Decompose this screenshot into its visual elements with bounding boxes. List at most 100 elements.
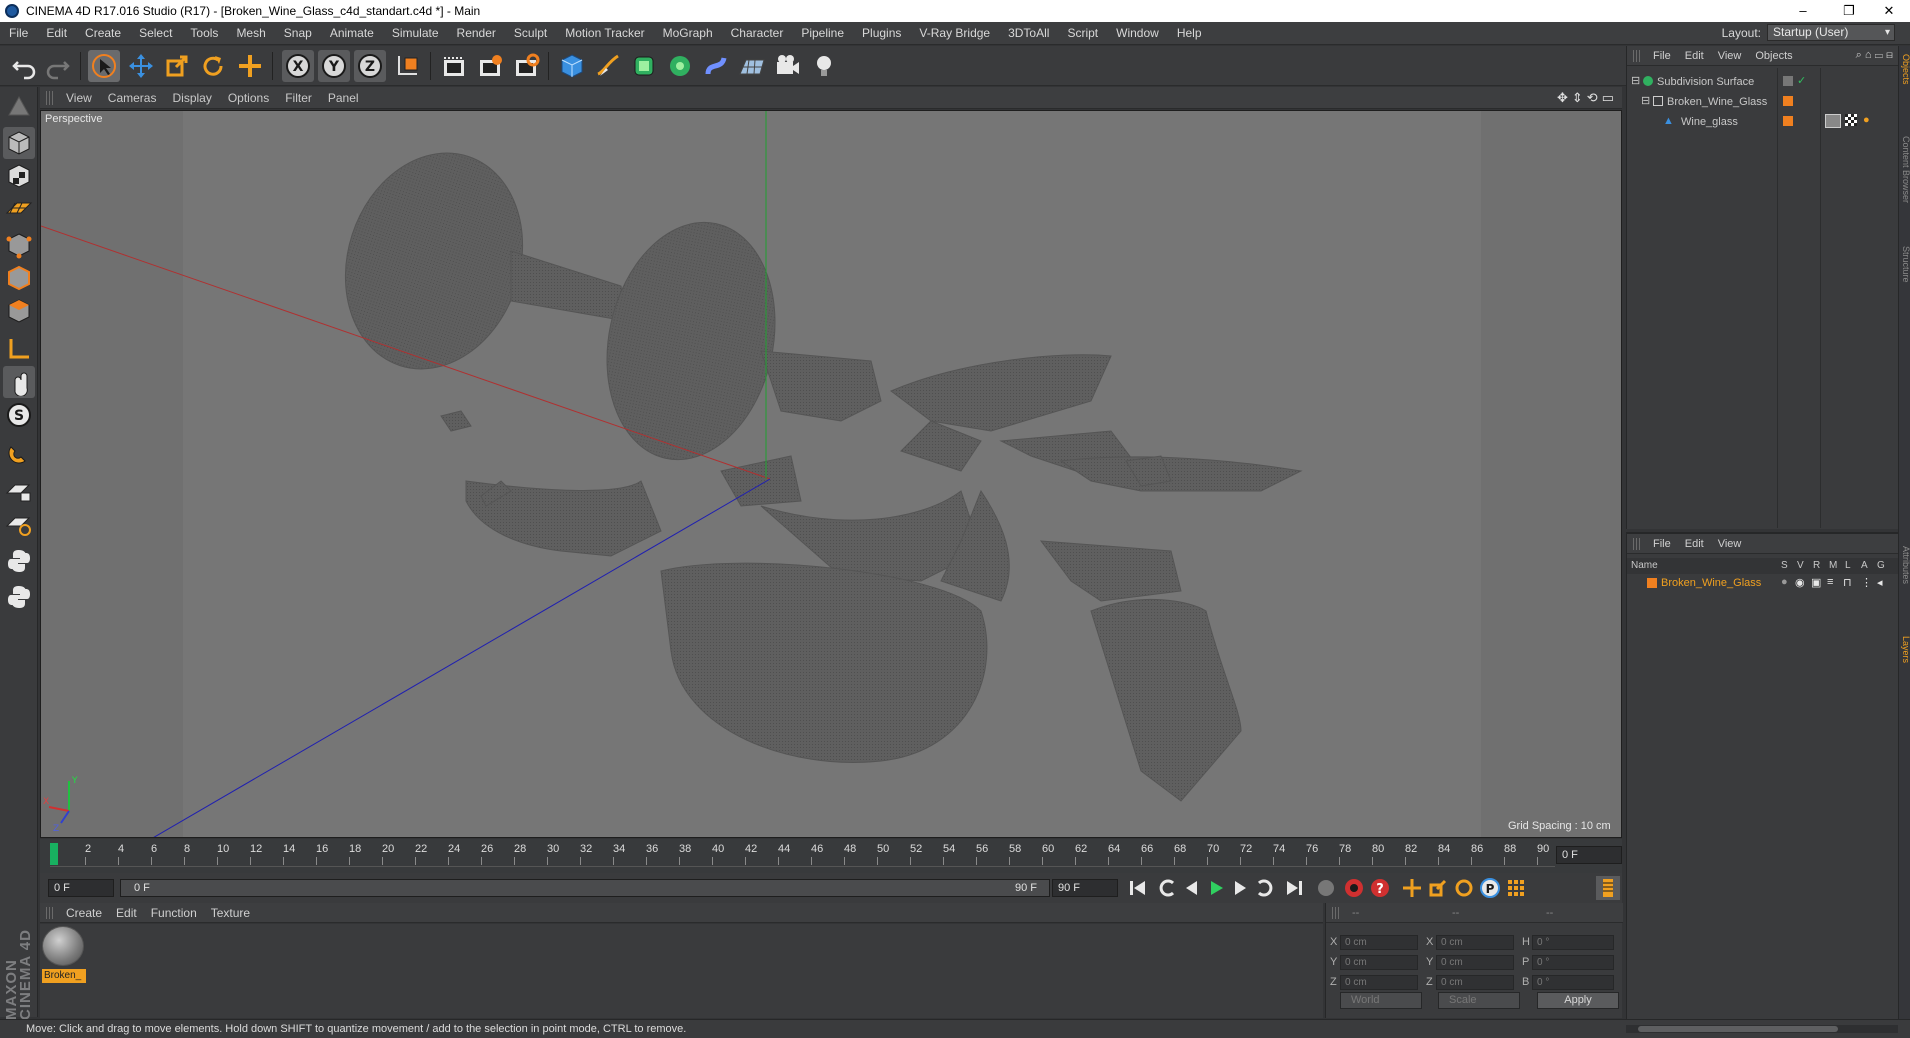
size-x-field[interactable]: 0 cm [1436,935,1514,950]
timeline-window-icon[interactable] [1596,876,1620,900]
scale-icon[interactable] [161,50,193,82]
menu-tools[interactable]: Tools [181,26,227,40]
pos-y-field[interactable]: 0 cm [1340,955,1418,970]
key-scale-icon[interactable] [1426,876,1450,900]
snap-icon[interactable] [3,437,35,469]
next-key-icon[interactable] [1252,876,1276,900]
layer-name[interactable]: Broken_Wine_Glass [1661,577,1761,589]
goto-end-icon[interactable] [1282,876,1306,900]
material-menu-texture[interactable]: Texture [205,906,258,920]
menu-render[interactable]: Render [448,26,505,40]
solo-icon[interactable]: S [3,399,35,431]
panel-grip[interactable] [46,90,54,105]
object-name[interactable]: Subdivision Surface [1657,76,1754,88]
side-tab-attributes[interactable]: Attributes [1899,546,1910,584]
play-icon[interactable] [1204,876,1228,900]
tree-row-wine-glass[interactable]: ▲ Wine_glass ● [1627,114,1899,132]
light-icon[interactable] [808,50,840,82]
menu-snap[interactable]: Snap [275,26,321,40]
material-menu-edit[interactable]: Edit [110,906,145,920]
layer-swatch[interactable] [1783,116,1793,126]
menu-select[interactable]: Select [130,26,181,40]
menu-animate[interactable]: Animate [321,26,383,40]
python-script-icon[interactable] [3,581,35,613]
polygons-mode-icon[interactable] [3,295,35,327]
undo-icon[interactable] [8,50,40,82]
move-plus-icon[interactable] [234,50,266,82]
x-axis-icon[interactable]: X [282,50,314,82]
menu-window[interactable]: Window [1107,26,1168,40]
key-pla-icon[interactable] [1504,876,1528,900]
tweak-mode-icon[interactable] [3,366,35,398]
texture-tag-icon[interactable] [1825,114,1841,128]
redo-icon[interactable] [42,50,74,82]
menu-pipeline[interactable]: Pipeline [792,26,853,40]
enabled-check-icon[interactable]: ✓ [1797,74,1806,87]
minimize-button[interactable]: ‒ [1780,0,1826,22]
y-axis-icon[interactable]: Y [318,50,350,82]
pan-view-icon[interactable]: ✥ [1557,90,1568,106]
dolly-view-icon[interactable]: ⇕ [1572,90,1583,106]
start-frame-field[interactable]: 0 F [48,879,114,897]
layer-swatch[interactable] [1783,96,1793,106]
material-menu-create[interactable]: Create [60,906,110,920]
prev-key-icon[interactable] [1156,876,1180,900]
rot-p-field[interactable]: 0 ° [1532,955,1614,970]
menu-simulate[interactable]: Simulate [383,26,448,40]
side-tab-structure[interactable]: Structure [1899,246,1910,283]
floor-icon[interactable] [736,50,768,82]
apply-button[interactable]: Apply [1537,992,1619,1009]
move-icon[interactable] [125,50,157,82]
menu-create[interactable]: Create [76,26,130,40]
close-button[interactable]: ✕ [1866,0,1910,22]
edges-mode-icon[interactable] [3,262,35,294]
size-z-field[interactable]: 0 cm [1436,975,1514,990]
layer-menu-file[interactable]: File [1647,538,1679,550]
frame-range-slider[interactable]: 0 F 90 F [120,879,1050,897]
object-name[interactable]: Broken_Wine_Glass [1667,96,1767,108]
material-name[interactable]: Broken_ [42,969,86,983]
pos-z-field[interactable]: 0 cm [1340,975,1418,990]
collapse-icon[interactable]: ⊟ [1641,94,1650,107]
next-frame-icon[interactable] [1228,876,1252,900]
menu-3dtoall[interactable]: 3DToAll [999,26,1058,40]
manager-toggle-icon[interactable]: ≡ [1827,576,1833,588]
python-icon[interactable] [3,545,35,577]
horizontal-scrollbar[interactable] [1626,1025,1898,1033]
render-view-icon[interactable] [474,50,506,82]
z-axis-icon[interactable]: Z [354,50,386,82]
panel-grip[interactable] [1633,537,1641,550]
render-settings-icon[interactable] [510,50,542,82]
collapse-icon[interactable]: ⊟ [1631,74,1640,87]
subdivision-icon[interactable] [628,50,660,82]
autokey-icon[interactable] [1342,876,1366,900]
key-param-icon[interactable]: P [1478,876,1502,900]
keyframe-selection-icon[interactable]: ? [1368,876,1392,900]
panel-grip[interactable] [46,906,54,919]
cube-icon[interactable] [556,50,588,82]
viewport-menu-view[interactable]: View [60,91,102,105]
menu-sculpt[interactable]: Sculpt [505,26,556,40]
workplane-icon[interactable] [3,193,35,225]
menu-mograph[interactable]: MoGraph [654,26,722,40]
render-toggle-icon[interactable]: ▣ [1811,576,1821,589]
visible-toggle-icon[interactable]: ◉ [1795,576,1805,589]
record-keys-icon[interactable] [1314,876,1338,900]
lock-workplane-icon[interactable] [3,475,35,507]
camera-icon[interactable] [772,50,804,82]
viewport-menu-panel[interactable]: Panel [322,91,369,105]
tree-row-subdivision[interactable]: ⊟ Subdivision Surface ✓ [1627,74,1899,92]
menu-character[interactable]: Character [722,26,793,40]
object-manager-tools-icon[interactable]: ⌕ ⌂ ▭ ⊟ [1856,49,1893,62]
rotate-view-icon[interactable]: ⟲ [1587,90,1598,106]
scrollbar-thumb[interactable] [1638,1026,1838,1032]
generator-toggle-icon[interactable]: ◂ [1877,576,1883,589]
end-frame-field[interactable]: 90 F [1052,879,1118,897]
size-y-field[interactable]: 0 cm [1436,955,1514,970]
panel-grip[interactable] [1633,49,1641,62]
axis-mode-icon[interactable] [3,333,35,365]
points-mode-icon[interactable] [3,229,35,261]
current-frame-field[interactable]: 0 F [1556,846,1622,864]
lock-toggle-icon[interactable]: ⊓ [1843,576,1852,589]
viewport-menu-filter[interactable]: Filter [279,91,322,105]
